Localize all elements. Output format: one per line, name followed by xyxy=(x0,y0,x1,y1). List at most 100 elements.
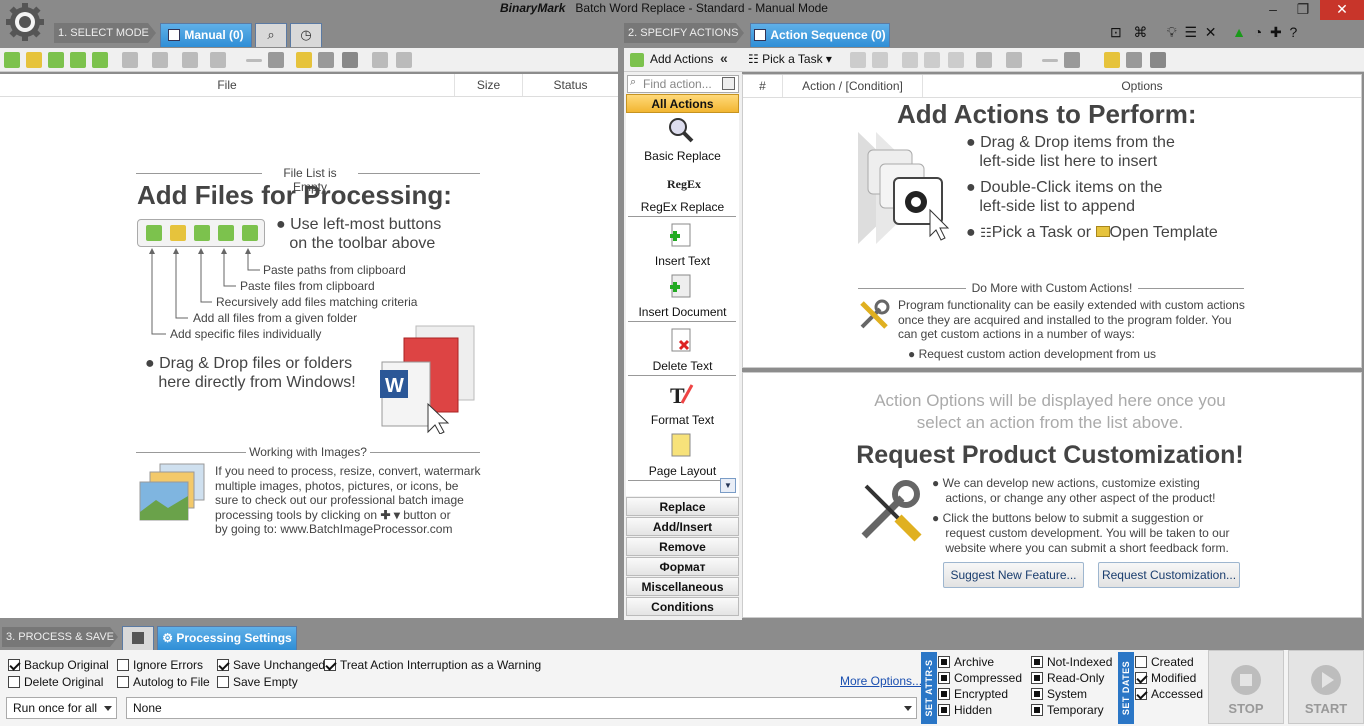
indent-icon[interactable] xyxy=(948,52,964,68)
attr-read-only[interactable]: Read-Only xyxy=(1031,671,1104,685)
layout-icon[interactable] xyxy=(976,52,992,68)
request-customization-button[interactable]: Request Customization... xyxy=(1098,562,1240,588)
export-icon[interactable] xyxy=(396,52,412,68)
remove-icon[interactable] xyxy=(246,59,262,62)
paste-files-icon[interactable] xyxy=(70,52,86,68)
category-add-insert[interactable]: Add/Insert xyxy=(626,517,739,536)
column-file[interactable]: File xyxy=(0,74,455,96)
action-basic-replace[interactable]: Basic Replace xyxy=(626,149,739,163)
plugin-icon[interactable]: ⌘ xyxy=(1133,24,1147,40)
maximize-button[interactable]: ❐ xyxy=(1288,0,1318,20)
recent-template-icon[interactable] xyxy=(1126,52,1142,68)
save-empty-checkbox[interactable]: Save Empty xyxy=(217,675,298,689)
console-icon[interactable]: ⊡ xyxy=(1110,24,1122,40)
clear-actions-icon[interactable] xyxy=(1064,52,1080,68)
category-remove[interactable]: Remove xyxy=(626,537,739,556)
copy-icon[interactable] xyxy=(152,52,168,68)
gear-icon[interactable] xyxy=(1006,52,1022,68)
action-regex-replace[interactable]: RegEx Replace xyxy=(626,200,739,214)
attr-not-indexed[interactable]: Not-Indexed xyxy=(1031,655,1112,669)
action-delete-text[interactable]: Delete Text xyxy=(626,359,739,373)
lightbulb-icon[interactable]: 💡︎ xyxy=(1167,24,1177,40)
column-size[interactable]: Size xyxy=(455,74,523,96)
help-icon[interactable]: ? xyxy=(1290,24,1298,40)
date-accessed-checkbox[interactable]: Accessed xyxy=(1135,687,1203,701)
all-actions-tab[interactable]: All Actions xyxy=(626,94,739,113)
tab-schedule-mode[interactable]: ◷ xyxy=(290,23,322,47)
remove-action-icon[interactable] xyxy=(1042,59,1058,62)
save-template-icon[interactable] xyxy=(1150,52,1166,68)
move-right-icon[interactable] xyxy=(924,52,940,68)
open-list-icon[interactable] xyxy=(296,52,312,68)
report-icon[interactable] xyxy=(372,52,388,68)
clear-list-icon[interactable] xyxy=(268,52,284,68)
regex-logo[interactable]: RegEx xyxy=(664,172,704,196)
treat-interruption-checkbox[interactable]: Treat Action Interruption as a Warning xyxy=(324,658,541,672)
group-icon[interactable] xyxy=(122,52,138,68)
feed-icon[interactable]: ◔ xyxy=(1254,24,1262,40)
checklist-icon[interactable]: ☰ xyxy=(1184,24,1197,40)
autolog-checkbox[interactable]: Autolog to File xyxy=(117,675,210,689)
action-format-text[interactable]: Format Text xyxy=(626,413,739,427)
attr-compressed[interactable]: Compressed xyxy=(938,671,1022,685)
paste-paths-icon[interactable] xyxy=(92,52,108,68)
sort-icon[interactable] xyxy=(210,52,226,68)
scroll-down-button[interactable]: ▼ xyxy=(720,478,736,493)
action-insert-text[interactable]: Insert Text xyxy=(626,254,739,268)
tab-search-mode[interactable]: ⌕ xyxy=(255,23,287,47)
insert-document-icon[interactable] xyxy=(668,273,694,299)
ignore-errors-checkbox[interactable]: Ignore Errors xyxy=(117,658,203,672)
stop-button[interactable]: STOP xyxy=(1208,650,1284,724)
attr-temporary[interactable]: Temporary xyxy=(1031,703,1104,717)
action-page-layout[interactable]: Page Layout xyxy=(626,464,739,478)
delete-text-icon[interactable] xyxy=(668,327,694,353)
pick-task-button[interactable]: ☷ Pick a Task ▾ xyxy=(748,52,832,66)
recent-icon[interactable] xyxy=(318,52,334,68)
attr-encrypted[interactable]: Encrypted xyxy=(938,687,1008,701)
category-miscellaneous[interactable]: Miscellaneous xyxy=(626,577,739,596)
collapse-button[interactable]: « xyxy=(720,50,728,66)
action-insert-document[interactable]: Insert Document xyxy=(626,305,739,319)
tab-manual[interactable]: Manual (0) xyxy=(160,23,252,47)
tab-save-settings[interactable] xyxy=(122,626,154,650)
save-unchanged-checkbox[interactable]: Save Unchanged xyxy=(217,658,325,672)
move-up-icon[interactable] xyxy=(850,52,866,68)
column-status[interactable]: Status xyxy=(523,74,618,96)
tab-action-sequence[interactable]: Action Sequence (0) xyxy=(750,23,890,47)
category-format[interactable]: Формат xyxy=(626,557,739,576)
close-button[interactable]: ✕ xyxy=(1320,0,1364,20)
schedule-select[interactable]: None xyxy=(126,697,917,719)
add-menu-icon[interactable]: ✚ xyxy=(1270,24,1282,40)
move-down-icon[interactable] xyxy=(872,52,888,68)
category-conditions[interactable]: Conditions xyxy=(626,597,739,616)
run-mode-select[interactable]: Run once for all xyxy=(6,697,117,719)
date-created-checkbox[interactable]: Created xyxy=(1135,655,1194,669)
basic-replace-icon[interactable] xyxy=(668,117,694,143)
insert-text-icon[interactable] xyxy=(668,222,694,248)
tools-icon[interactable]: ✕ xyxy=(1205,24,1217,40)
open-template-icon[interactable] xyxy=(1104,52,1120,68)
format-text-icon[interactable]: T xyxy=(668,381,694,407)
tab-processing-settings[interactable]: ⚙ Processing Settings xyxy=(157,626,297,650)
suggest-feature-button[interactable]: Suggest New Feature... xyxy=(943,562,1084,588)
column-action[interactable]: Action / [Condition] xyxy=(783,75,923,97)
filter-icon[interactable] xyxy=(182,52,198,68)
more-options-link[interactable]: More Options... xyxy=(840,674,922,688)
add-files-icon[interactable] xyxy=(4,52,20,68)
page-layout-icon[interactable] xyxy=(668,432,694,458)
date-modified-checkbox[interactable]: Modified xyxy=(1135,671,1196,685)
minimize-button[interactable]: – xyxy=(1258,0,1288,20)
column-number[interactable]: # xyxy=(743,75,783,97)
save-list-icon[interactable] xyxy=(342,52,358,68)
move-left-icon[interactable] xyxy=(902,52,918,68)
start-button[interactable]: START xyxy=(1288,650,1364,724)
category-replace[interactable]: Replace xyxy=(626,497,739,516)
find-options-icon[interactable] xyxy=(722,77,735,90)
attr-hidden[interactable]: Hidden xyxy=(938,703,992,717)
update-arrow-icon[interactable]: ▲ xyxy=(1232,24,1246,40)
add-folder-icon[interactable] xyxy=(26,52,42,68)
attr-system[interactable]: System xyxy=(1031,687,1087,701)
settings-gear-icon[interactable] xyxy=(5,2,45,42)
attr-archive[interactable]: Archive xyxy=(938,655,994,669)
add-recursive-icon[interactable] xyxy=(48,52,64,68)
